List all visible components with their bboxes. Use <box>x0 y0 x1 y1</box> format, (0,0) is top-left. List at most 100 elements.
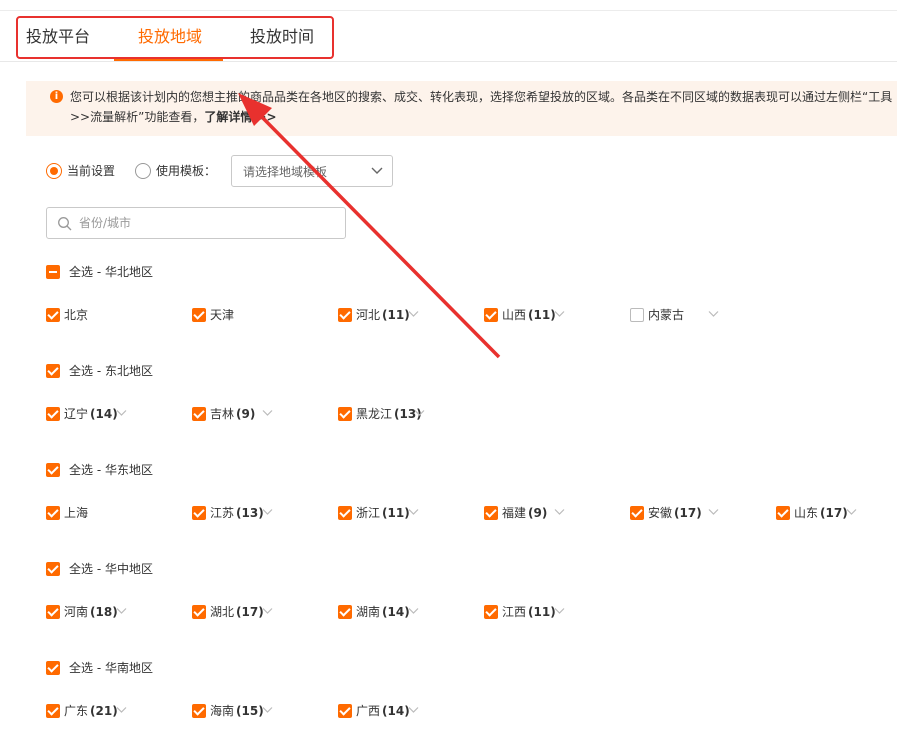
province-name: 河北 <box>356 308 381 322</box>
province-city-count: (17) <box>674 506 702 520</box>
region-template-select-value: 请选择地域模板 <box>243 165 328 179</box>
province-city-count: (14) <box>90 407 118 421</box>
province-city-count: (9) <box>236 407 256 421</box>
top-divider <box>0 10 897 11</box>
province-checkbox[interactable] <box>484 308 498 322</box>
region-select-all-checkbox[interactable] <box>46 562 60 576</box>
region-select-all-checkbox[interactable] <box>46 661 60 675</box>
province-checkbox[interactable] <box>484 506 498 520</box>
province-city-count: (13) <box>236 506 264 520</box>
province-checkbox[interactable] <box>192 704 206 718</box>
province-city-count: (11) <box>382 308 410 322</box>
chevron-down-icon[interactable] <box>116 409 127 417</box>
province-checkbox[interactable] <box>338 407 352 421</box>
province-item: 天津 <box>192 307 322 323</box>
province-name: 黑龙江 <box>356 407 393 421</box>
province-checkbox[interactable] <box>338 308 352 322</box>
province-city-count: (11) <box>528 605 556 619</box>
province-checkbox[interactable] <box>192 605 206 619</box>
province-checkbox[interactable] <box>192 308 206 322</box>
info-icon: i <box>50 90 63 103</box>
region-title: 全选 - 华中地区 <box>69 562 153 576</box>
chevron-down-icon[interactable] <box>262 508 273 516</box>
province-city-count: (21) <box>90 704 118 718</box>
province-item: 辽宁 (14) <box>46 406 176 422</box>
province-name: 湖南 <box>356 605 381 619</box>
province-item: 江西 (11) <box>484 604 614 620</box>
chevron-down-icon[interactable] <box>116 706 127 714</box>
province-name: 辽宁 <box>64 407 89 421</box>
chevron-down-icon[interactable] <box>554 607 565 615</box>
province-name: 广西 <box>356 704 381 718</box>
province-name: 福建 <box>502 506 527 520</box>
learn-more-link[interactable]: 了解详情 >> <box>204 110 276 124</box>
province-item: 内蒙古 <box>630 307 760 323</box>
chevron-down-icon[interactable] <box>846 508 857 516</box>
province-name: 吉林 <box>210 407 235 421</box>
province-item: 湖北 (17) <box>192 604 322 620</box>
province-city-count: (11) <box>528 308 556 322</box>
province-checkbox[interactable] <box>338 704 352 718</box>
province-name: 内蒙古 <box>648 308 685 322</box>
province-checkbox[interactable] <box>192 506 206 520</box>
province-checkbox[interactable] <box>192 407 206 421</box>
province-item: 安徽 (17) <box>630 505 760 521</box>
province-search-box <box>46 207 346 239</box>
province-checkbox[interactable] <box>46 308 60 322</box>
province-checkbox[interactable] <box>338 506 352 520</box>
current-settings-radio[interactable] <box>46 163 62 179</box>
province-label: 河南 (18) <box>64 604 118 620</box>
chevron-down-icon[interactable] <box>262 706 273 714</box>
chevron-down-icon[interactable] <box>708 310 719 318</box>
province-checkbox[interactable] <box>46 704 60 718</box>
region-select-all-checkbox[interactable] <box>46 364 60 378</box>
use-template-radio[interactable] <box>135 163 151 179</box>
region-select-all-checkbox[interactable] <box>46 265 60 279</box>
annotation-highlight-box <box>16 16 334 59</box>
province-item: 福建 (9) <box>484 505 614 521</box>
chevron-down-icon[interactable] <box>408 607 419 615</box>
province-checkbox[interactable] <box>484 605 498 619</box>
province-item: 湖南 (14) <box>338 604 468 620</box>
chevron-down-icon[interactable] <box>708 508 719 516</box>
province-label: 江苏 (13) <box>210 505 264 521</box>
notice-text-line1: 您可以根据该计划内的您想主推的商品品类在各地区的搜索、成交、转化表现，选择您希望… <box>70 90 893 104</box>
chevron-down-icon[interactable] <box>262 409 273 417</box>
province-checkbox[interactable] <box>776 506 790 520</box>
region-template-select[interactable]: 请选择地域模板 <box>231 155 393 187</box>
province-label: 内蒙古 <box>648 307 684 323</box>
province-name: 江苏 <box>210 506 235 520</box>
chevron-down-icon[interactable] <box>408 310 419 318</box>
province-label: 山西 (11) <box>502 307 556 323</box>
province-search-input[interactable] <box>79 212 339 234</box>
province-name: 广东 <box>64 704 89 718</box>
chevron-down-icon <box>371 167 383 174</box>
province-checkbox[interactable] <box>630 308 644 322</box>
province-checkbox[interactable] <box>46 407 60 421</box>
province-name: 天津 <box>210 308 235 322</box>
chevron-down-icon[interactable] <box>554 508 565 516</box>
chevron-down-icon[interactable] <box>262 607 273 615</box>
province-label: 广东 (21) <box>64 703 118 719</box>
chevron-down-icon[interactable] <box>414 409 425 417</box>
chevron-down-icon[interactable] <box>554 310 565 318</box>
region-select-all-checkbox[interactable] <box>46 463 60 477</box>
province-city-count: (14) <box>382 704 410 718</box>
province-label: 黑龙江 (13) <box>356 406 422 422</box>
notice-text-line2: >>流量解析”功能查看，了解详情 >> <box>70 107 277 127</box>
province-item: 黑龙江 (13) <box>338 406 468 422</box>
notice-text-line2-body: >>流量解析”功能查看， <box>70 110 205 124</box>
current-settings-label: 当前设置 <box>67 164 116 178</box>
province-checkbox[interactable] <box>46 605 60 619</box>
search-icon <box>58 217 72 231</box>
chevron-down-icon[interactable] <box>408 508 419 516</box>
province-name: 湖北 <box>210 605 235 619</box>
chevron-down-icon[interactable] <box>116 607 127 615</box>
province-label: 河北 (11) <box>356 307 410 323</box>
province-checkbox[interactable] <box>46 506 60 520</box>
province-checkbox[interactable] <box>630 506 644 520</box>
chevron-down-icon[interactable] <box>408 706 419 714</box>
province-checkbox[interactable] <box>338 605 352 619</box>
province-city-count: (11) <box>382 506 410 520</box>
province-item: 北京 <box>46 307 176 323</box>
